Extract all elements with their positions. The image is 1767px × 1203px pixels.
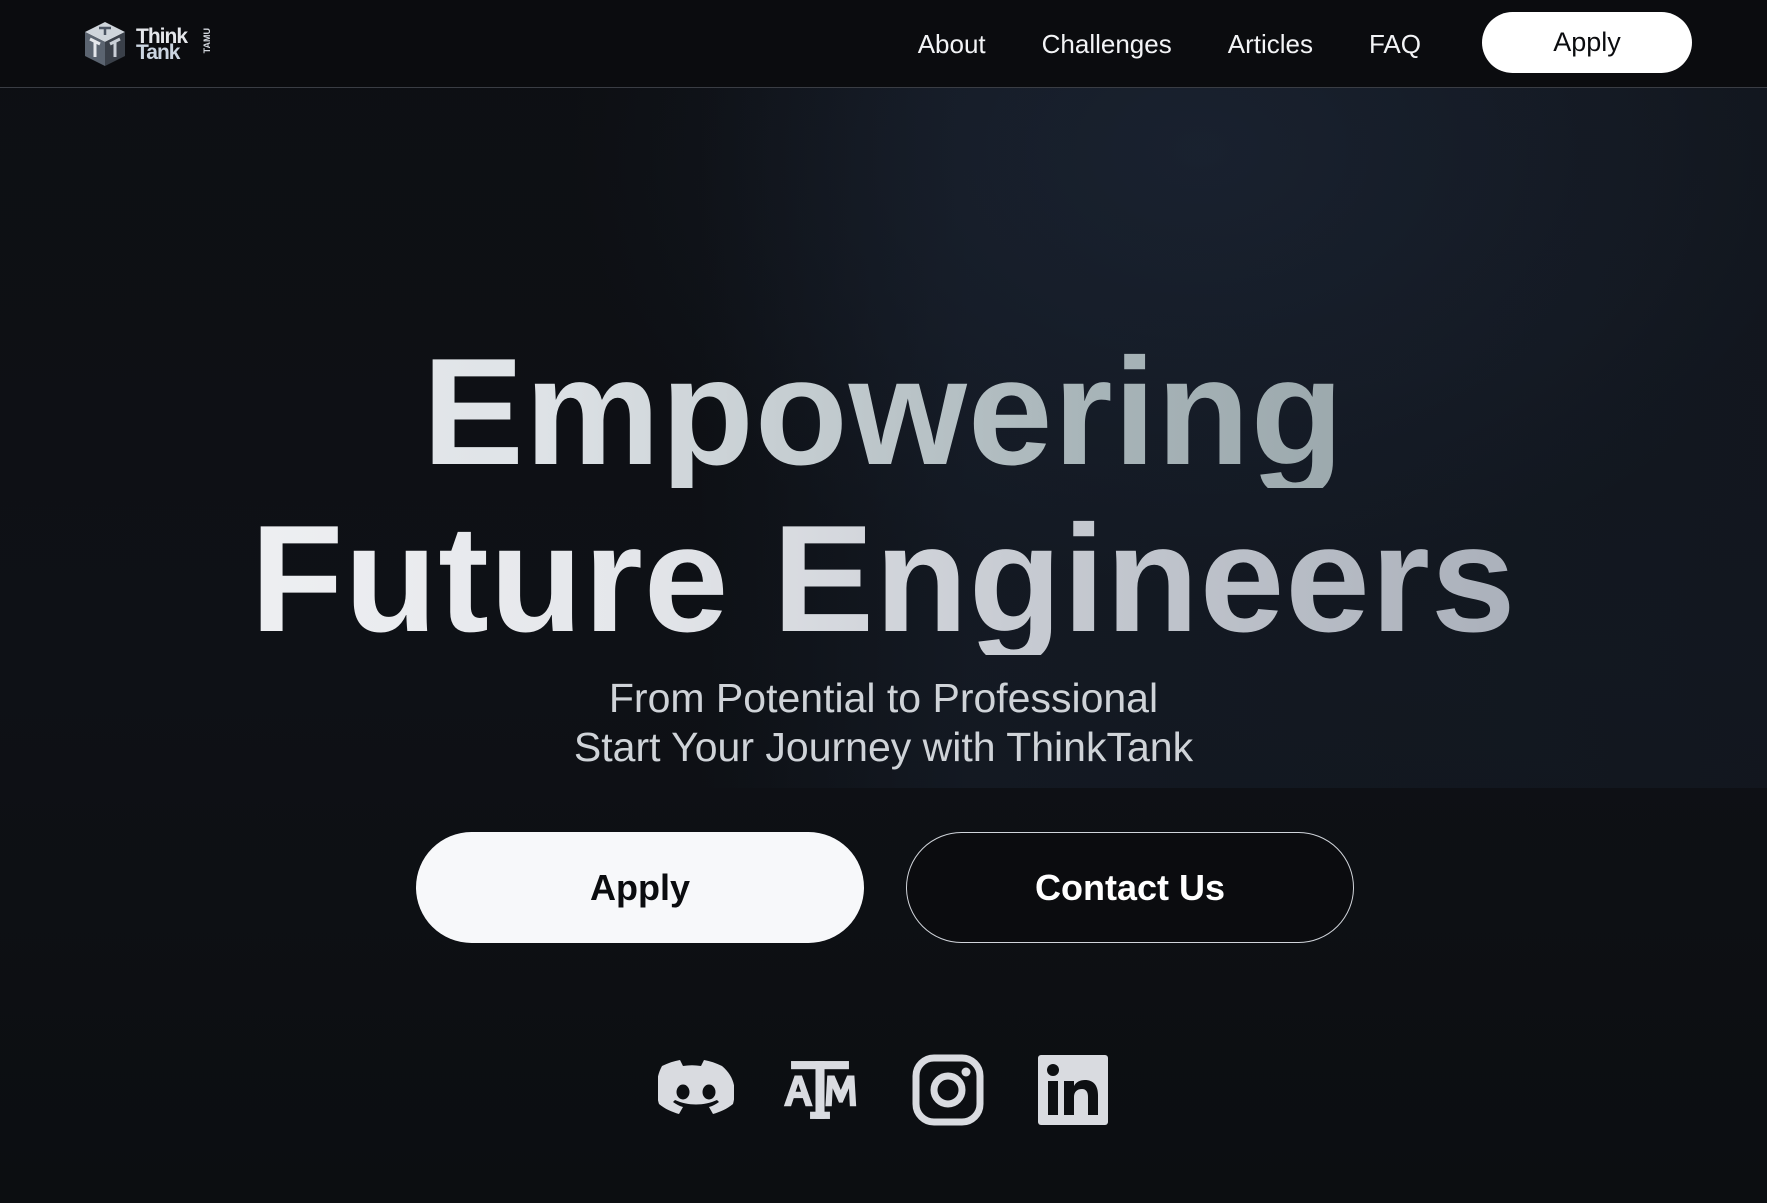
nav-link-faq[interactable]: FAQ	[1369, 29, 1421, 60]
instagram-icon	[912, 1054, 984, 1126]
discord-icon	[658, 1060, 734, 1114]
social-links	[0, 1054, 1767, 1126]
nav-links: About Challenges Articles FAQ	[862, 0, 1421, 88]
hero-title-line1: Empowering	[0, 336, 1767, 488]
nav-apply-button[interactable]: Apply	[1482, 12, 1692, 73]
linkedin-link[interactable]	[1035, 1054, 1111, 1126]
contact-us-button[interactable]: Contact Us	[906, 832, 1354, 943]
discord-link[interactable]	[658, 1054, 734, 1126]
logo-word-tank: Tank	[136, 41, 180, 64]
landing-page: Think Tank TAMU About Challenges Article…	[0, 0, 1767, 1203]
nav-link-about[interactable]: About	[918, 29, 986, 60]
top-navbar: Think Tank TAMU About Challenges Article…	[0, 0, 1767, 88]
hero-subtitle-line1: From Potential to Professional	[608, 675, 1159, 721]
texas-am-icon	[783, 1061, 857, 1119]
hero-title-line2: Future Engineers	[0, 503, 1767, 655]
nav-link-articles[interactable]: Articles	[1228, 29, 1313, 60]
home-logo-link[interactable]: Think Tank TAMU	[82, 18, 217, 70]
texas-am-link[interactable]	[782, 1054, 858, 1126]
logo-wordmark: Think Tank TAMU	[136, 24, 212, 64]
hero-apply-button[interactable]: Apply	[416, 832, 864, 943]
hero-subtitle-line2: Start Your Journey with ThinkTank	[573, 724, 1194, 770]
instagram-link[interactable]	[910, 1054, 986, 1126]
nav-link-challenges[interactable]: Challenges	[1042, 29, 1172, 60]
logo-tag-tamu: TAMU	[202, 28, 212, 54]
cube-logo-icon	[85, 22, 125, 66]
linkedin-icon	[1038, 1055, 1108, 1125]
